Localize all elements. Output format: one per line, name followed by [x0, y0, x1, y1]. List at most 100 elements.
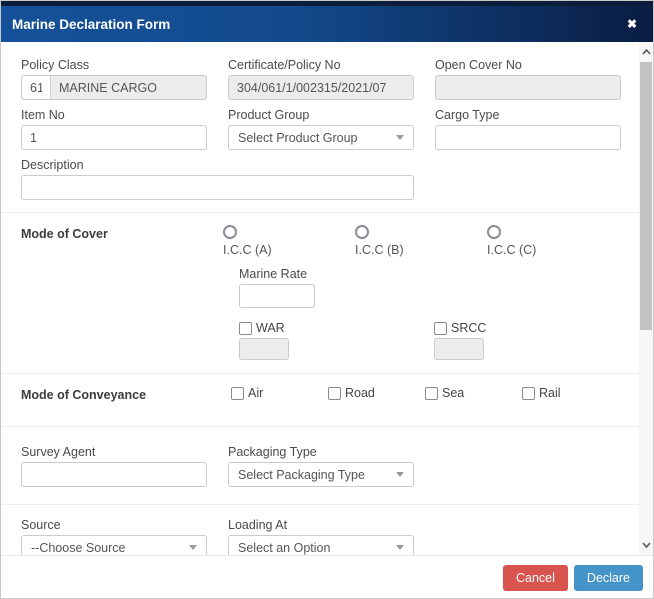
- war-checkbox[interactable]: [239, 322, 252, 335]
- cancel-button[interactable]: Cancel: [503, 565, 568, 591]
- product-group-select[interactable]: Select Product Group: [228, 125, 414, 150]
- loading-at-label: Loading At: [228, 518, 414, 532]
- packaging-type-selected-value: Select Packaging Type: [238, 468, 365, 482]
- war-label: WAR: [256, 321, 285, 335]
- scrollbar-thumb[interactable]: [640, 62, 652, 330]
- icc-a-radio[interactable]: [223, 225, 237, 239]
- vertical-scrollbar[interactable]: [639, 42, 653, 555]
- conveyance-air-option[interactable]: Air: [231, 386, 328, 400]
- cargo-type-input[interactable]: [435, 125, 621, 150]
- cargo-type-label: Cargo Type: [435, 108, 621, 122]
- rail-label: Rail: [539, 386, 561, 400]
- modal-footer: Cancel Declare: [1, 555, 653, 599]
- srcc-field: SRCC: [434, 321, 486, 360]
- chevron-down-icon: [396, 135, 404, 140]
- chevron-down-icon: [189, 545, 197, 550]
- scroll-down-icon[interactable]: [639, 537, 653, 553]
- source-loading-row: Source --Choose Source Loading At Select…: [21, 518, 619, 555]
- description-label: Description: [21, 158, 414, 172]
- war-srcc-row: WAR SRCC: [239, 321, 619, 360]
- sea-checkbox[interactable]: [425, 387, 438, 400]
- policy-class-name-input: [50, 75, 207, 100]
- srcc-checkbox-row[interactable]: SRCC: [434, 321, 486, 335]
- product-group-field: Product Group Select Product Group: [228, 108, 414, 150]
- survey-packaging-row: Survey Agent Packaging Type Select Packa…: [21, 445, 619, 487]
- mode-of-cover-row: Mode of Cover I.C.C (A) I.C.C (B) I.C.C …: [21, 225, 619, 257]
- certificate-policy-no-field: Certificate/Policy No: [228, 58, 414, 100]
- war-checkbox-row[interactable]: WAR: [239, 321, 434, 335]
- icc-c-radio[interactable]: [487, 225, 501, 239]
- source-select[interactable]: --Choose Source: [21, 535, 207, 555]
- close-icon[interactable]: ✖: [627, 18, 637, 30]
- chevron-down-icon: [396, 545, 404, 550]
- srcc-checkbox[interactable]: [434, 322, 447, 335]
- open-cover-no-label: Open Cover No: [435, 58, 621, 72]
- open-cover-no-field: Open Cover No: [435, 58, 621, 100]
- source-selected-value: --Choose Source: [31, 541, 126, 555]
- packaging-type-label: Packaging Type: [228, 445, 414, 459]
- source-field: Source --Choose Source: [21, 518, 207, 555]
- sea-label: Sea: [442, 386, 464, 400]
- icc-c-label: I.C.C (C): [487, 243, 619, 257]
- packaging-type-select[interactable]: Select Packaging Type: [228, 462, 414, 487]
- air-checkbox[interactable]: [231, 387, 244, 400]
- air-label: Air: [248, 386, 263, 400]
- certificate-policy-no-label: Certificate/Policy No: [228, 58, 414, 72]
- marine-rate-field: Marine Rate: [239, 267, 619, 308]
- modal-title: Marine Declaration Form: [12, 17, 170, 32]
- survey-agent-field: Survey Agent: [21, 445, 207, 487]
- conveyance-road-option[interactable]: Road: [328, 386, 425, 400]
- description-input[interactable]: [21, 175, 414, 200]
- section-divider: [1, 426, 653, 427]
- survey-agent-input[interactable]: [21, 462, 207, 487]
- icc-c-option: I.C.C (C): [487, 225, 619, 257]
- scroll-up-icon[interactable]: [639, 44, 653, 60]
- form-row-3: Description: [21, 158, 619, 200]
- item-no-input[interactable]: [21, 125, 207, 150]
- modal-body: Policy Class Certificate/Policy No Open …: [1, 42, 653, 555]
- mode-of-conveyance-row: Mode of Conveyance Air Road Sea Rail: [21, 386, 619, 402]
- survey-agent-label: Survey Agent: [21, 445, 207, 459]
- loading-at-select[interactable]: Select an Option: [228, 535, 414, 555]
- form-row-1: Policy Class Certificate/Policy No Open …: [21, 58, 619, 100]
- form-row-2: Item No Product Group Select Product Gro…: [21, 108, 619, 150]
- war-field: WAR: [239, 321, 434, 360]
- icc-b-radio[interactable]: [355, 225, 369, 239]
- mode-of-cover-options: I.C.C (A) I.C.C (B) I.C.C (C): [223, 225, 619, 257]
- item-no-label: Item No: [21, 108, 207, 122]
- policy-class-label: Policy Class: [21, 58, 207, 72]
- rail-checkbox[interactable]: [522, 387, 535, 400]
- open-cover-no-input: [435, 75, 621, 100]
- modal-header: Marine Declaration Form ✖: [1, 1, 653, 42]
- section-divider: [1, 504, 653, 505]
- mode-of-conveyance-label: Mode of Conveyance: [21, 386, 231, 402]
- road-label: Road: [345, 386, 375, 400]
- mode-of-cover-label: Mode of Cover: [21, 225, 223, 241]
- marine-declaration-modal: Marine Declaration Form ✖ Policy Class C…: [0, 0, 654, 599]
- source-label: Source: [21, 518, 207, 532]
- section-divider: [1, 373, 653, 374]
- product-group-label: Product Group: [228, 108, 414, 122]
- policy-class-field: Policy Class: [21, 58, 207, 100]
- certificate-policy-no-input: [228, 75, 414, 100]
- conveyance-sea-option[interactable]: Sea: [425, 386, 522, 400]
- srcc-rate-input: [434, 338, 484, 360]
- icc-b-option: I.C.C (B): [355, 225, 487, 257]
- item-no-field: Item No: [21, 108, 207, 150]
- declare-button[interactable]: Declare: [574, 565, 643, 591]
- conveyance-options: Air Road Sea Rail: [231, 386, 619, 400]
- marine-rate-input[interactable]: [239, 284, 315, 308]
- conveyance-rail-option[interactable]: Rail: [522, 386, 619, 400]
- loading-at-field: Loading At Select an Option: [228, 518, 414, 555]
- packaging-type-field: Packaging Type Select Packaging Type: [228, 445, 414, 487]
- war-rate-input: [239, 338, 289, 360]
- road-checkbox[interactable]: [328, 387, 341, 400]
- icc-b-label: I.C.C (B): [355, 243, 487, 257]
- marine-rate-label: Marine Rate: [239, 267, 619, 281]
- loading-at-selected-value: Select an Option: [238, 541, 330, 555]
- cargo-type-field: Cargo Type: [435, 108, 621, 150]
- icc-a-label: I.C.C (A): [223, 243, 355, 257]
- section-divider: [1, 212, 653, 213]
- srcc-label: SRCC: [451, 321, 486, 335]
- policy-class-code-input[interactable]: [21, 75, 51, 100]
